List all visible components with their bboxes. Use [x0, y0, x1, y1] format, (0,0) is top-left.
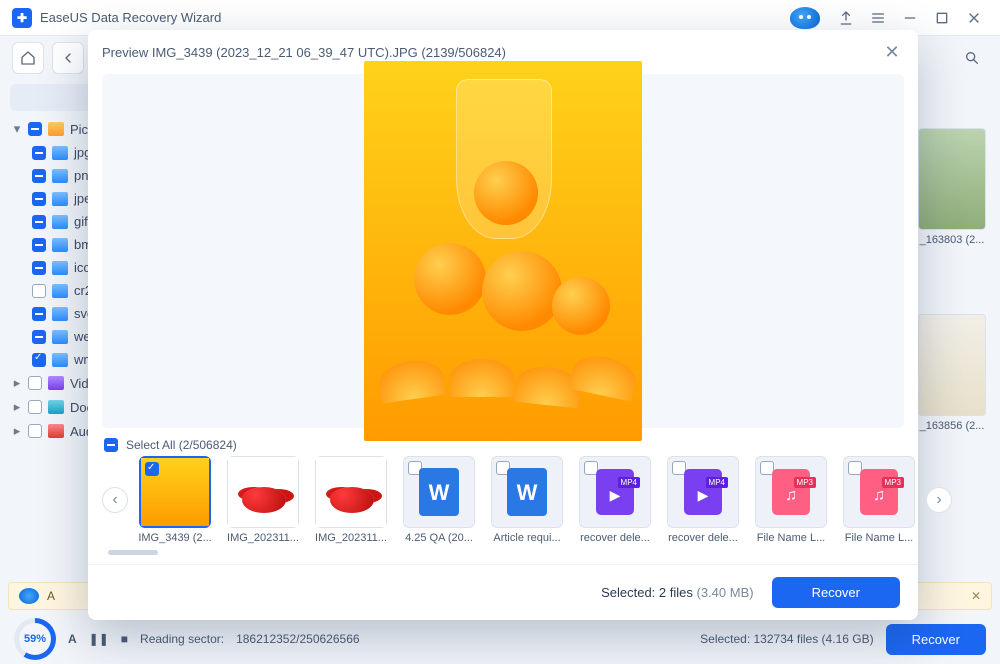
modal-close-icon[interactable]: ✕: [880, 40, 904, 64]
thumbnail-item[interactable]: 4.25 QA (20...: [398, 456, 480, 544]
mp3-icon: [860, 469, 898, 515]
thumbnail-image: [755, 456, 827, 528]
modal-title: Preview IMG_3439 (2023_12_21 06_39_47 UT…: [102, 45, 506, 60]
preview-modal: Preview IMG_3439 (2023_12_21 06_39_47 UT…: [88, 30, 918, 620]
preview-image: [364, 61, 642, 441]
thumbnail-label: Article requi...: [486, 532, 568, 544]
berry-icon: [316, 457, 386, 527]
thumbnail-item[interactable]: File Name L...: [838, 456, 920, 544]
thumbnail-label: File Name L...: [750, 532, 832, 544]
thumbnail-label: File Name L...: [838, 532, 920, 544]
thumbnail-item[interactable]: recover dele...: [574, 456, 656, 544]
preview-area: [102, 74, 904, 428]
select-all-label: Select All (2/506824): [126, 438, 237, 452]
mp4-icon: [596, 469, 634, 515]
thumbnail-item[interactable]: IMG_202311...: [222, 456, 304, 544]
thumbnail-image: [315, 456, 387, 528]
thumbnail-label: recover dele...: [662, 532, 744, 544]
mp4-icon: [684, 469, 722, 515]
thumbnail-image: [667, 456, 739, 528]
thumbnail-checkbox[interactable]: [145, 462, 159, 476]
thumbnail-image: [403, 456, 475, 528]
doc-icon: [419, 468, 459, 516]
recover-button[interactable]: Recover: [772, 577, 900, 608]
select-all-checkbox[interactable]: [104, 438, 118, 452]
thumbnail-image: [491, 456, 563, 528]
thumbnail-label: recover dele...: [574, 532, 656, 544]
thumbnail-label: IMG_202311...: [222, 532, 304, 544]
thumbnail-image: [579, 456, 651, 528]
strip-prev-button[interactable]: ‹: [102, 487, 128, 513]
thumbnail-item[interactable]: IMG_3439 (2...: [134, 456, 216, 544]
thumbnail-label: IMG_3439 (2...: [134, 532, 216, 544]
thumbnail-strip: ‹ IMG_3439 (2... IMG_202311... IMG_202311.…: [102, 456, 904, 544]
thumbnail-label: 4.25 QA (20...: [398, 532, 480, 544]
strip-scrollbar[interactable]: [108, 550, 904, 556]
thumbnail-item[interactable]: recover dele...: [662, 456, 744, 544]
doc-icon: [507, 468, 547, 516]
thumbnail-item[interactable]: Article requi...: [486, 456, 568, 544]
thumbnail-item[interactable]: IMG_202311...: [310, 456, 392, 544]
thumbnail-image: [843, 456, 915, 528]
thumbnail-item[interactable]: File Name L...: [750, 456, 832, 544]
selection-summary: Selected: 2 files (3.40 MB): [601, 585, 753, 600]
thumbnail-image: [227, 456, 299, 528]
thumbnail-image: [139, 456, 211, 528]
strip-next-button[interactable]: ›: [926, 487, 952, 513]
thumbnail-label: IMG_202311...: [310, 532, 392, 544]
berry-icon: [228, 457, 298, 527]
mp3-icon: [772, 469, 810, 515]
modal-footer: Selected: 2 files (3.40 MB) Recover: [88, 564, 918, 620]
